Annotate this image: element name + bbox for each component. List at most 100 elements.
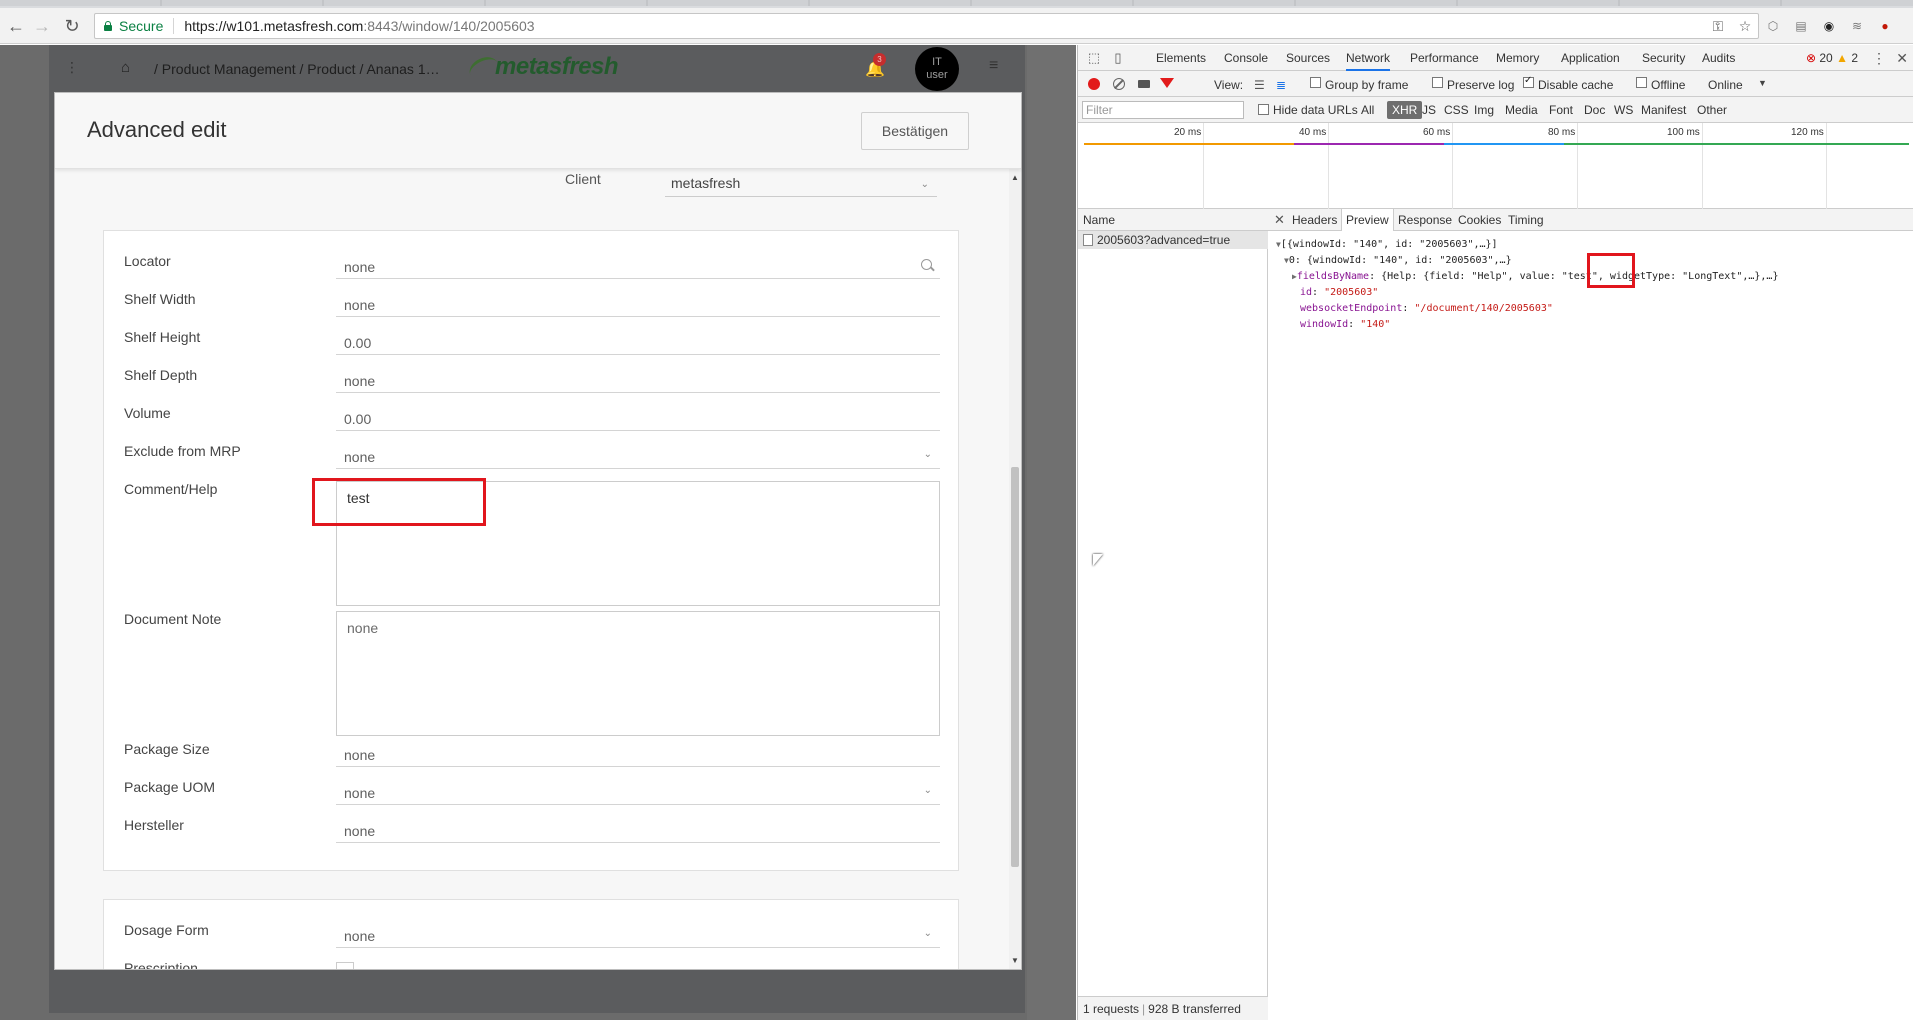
modal-body[interactable]: Client metasfresh ⌄ Locator none Shelf Wi…	[55, 169, 1021, 969]
scroll-down-icon[interactable]: ▼	[1011, 956, 1019, 965]
devtools-close-icon[interactable]: ✕	[1896, 50, 1908, 67]
extension-shield-icon[interactable]: ⬡	[1765, 18, 1781, 34]
shelf-width-field[interactable]: none	[336, 291, 940, 317]
throttle-select[interactable]: Online	[1708, 78, 1743, 92]
highlight-box-json	[1587, 253, 1635, 288]
dosage-form-select[interactable]: none ⌄	[336, 922, 940, 948]
document-note-textarea[interactable]: none	[336, 611, 940, 736]
forward-arrow-icon[interactable]: →	[30, 14, 54, 38]
filter-type-doc[interactable]: Doc	[1584, 103, 1605, 117]
preserve-log-label: Preserve log	[1447, 78, 1515, 92]
name-column-header[interactable]: Name	[1078, 209, 1268, 231]
key-icon[interactable]: ⚿	[1710, 18, 1726, 34]
avatar-line2: user	[926, 69, 948, 81]
filter-type-manifest[interactable]: Manifest	[1641, 103, 1686, 117]
prescription-label: Prescription	[124, 960, 198, 969]
tab-sources[interactable]: Sources	[1286, 51, 1330, 65]
confirm-button[interactable]: Bestätigen	[861, 112, 969, 150]
tab-performance[interactable]: Performance	[1410, 51, 1479, 65]
filter-type-img[interactable]: Img	[1474, 103, 1494, 117]
capture-screenshots-icon[interactable]	[1138, 80, 1150, 88]
record-icon[interactable]	[1088, 78, 1100, 90]
scroll-up-icon[interactable]: ▲	[1011, 173, 1019, 182]
json-line-fields[interactable]: ▶fieldsByName: {Help: {field: "Help", va…	[1276, 269, 1778, 285]
filter-icon[interactable]	[1160, 78, 1174, 88]
address-bar[interactable]: Secure https://w101.metasfresh.com:8443/…	[94, 13, 1759, 39]
tab-response[interactable]: Response	[1398, 213, 1452, 227]
menu-dots-icon[interactable]: ⋮	[65, 59, 79, 76]
browser-tabs[interactable]	[0, 0, 1913, 6]
filter-type-css[interactable]: CSS	[1444, 103, 1469, 117]
url-text[interactable]: https://w101.metasfresh.com:8443/window/…	[184, 18, 534, 34]
waterfall-icon[interactable]: ≣	[1276, 78, 1286, 92]
home-icon[interactable]: ⌂	[121, 59, 130, 76]
reload-icon[interactable]: ↻	[60, 14, 84, 38]
notification-bell-icon[interactable]: 🔔 3	[865, 53, 886, 79]
hamburger-icon[interactable]: ≡	[989, 57, 998, 75]
console-counts[interactable]: ⊗ 20 ▲ 2	[1806, 51, 1858, 65]
shelf-depth-field[interactable]: none	[336, 367, 940, 393]
extension-github-icon[interactable]: ◉	[1821, 18, 1837, 34]
filter-type-js[interactable]: JS	[1422, 103, 1436, 117]
tab-headers[interactable]: Headers	[1292, 213, 1337, 227]
hersteller-field[interactable]: none	[336, 817, 940, 843]
omnibox-icons: ⚿ ☆	[1710, 13, 1753, 39]
filter-type-xhr[interactable]: XHR	[1387, 101, 1423, 119]
breadcrumb[interactable]: / Product Management / Product / Ananas …	[154, 61, 440, 77]
tab-audits[interactable]: Audits	[1702, 51, 1735, 65]
prescription-checkbox[interactable]	[336, 962, 354, 969]
modal-scrollbar[interactable]: ▲ ▼	[1009, 169, 1021, 969]
search-icon[interactable]	[921, 259, 932, 270]
tab-console[interactable]: Console	[1224, 51, 1268, 65]
extension-wave-icon[interactable]: ≋	[1849, 18, 1865, 34]
scrollbar-thumb[interactable]	[1011, 467, 1019, 867]
filter-type-ws[interactable]: WS	[1614, 103, 1633, 117]
offline-checkbox[interactable]	[1636, 77, 1647, 88]
large-rows-icon[interactable]: ☰	[1254, 78, 1265, 92]
shelf-height-field[interactable]: 0.00	[336, 329, 940, 355]
throttle-dropdown-icon[interactable]: ▼	[1758, 78, 1767, 88]
locator-field[interactable]: none	[336, 253, 940, 279]
request-row[interactable]: 2005603?advanced=true	[1078, 231, 1268, 249]
tab-memory[interactable]: Memory	[1496, 51, 1539, 65]
device-toolbar-icon[interactable]: ▯	[1110, 50, 1126, 66]
chevron-down-icon: ⌄	[920, 179, 929, 190]
close-detail-icon[interactable]: ✕	[1274, 212, 1285, 228]
filter-type-all[interactable]: All	[1361, 103, 1374, 117]
timeline-tick-label: 80 ms	[1548, 127, 1576, 138]
document-icon	[1083, 234, 1093, 246]
filter-type-other[interactable]: Other	[1697, 103, 1727, 117]
tab-network[interactable]: Network	[1346, 51, 1391, 71]
chevron-down-icon: ⌄	[923, 928, 932, 939]
back-arrow-icon[interactable]: ←	[4, 14, 28, 38]
tab-elements[interactable]: Elements	[1156, 51, 1206, 65]
preserve-log-checkbox[interactable]	[1432, 77, 1443, 88]
network-overview-timeline[interactable]: 20 ms 40 ms 60 ms 80 ms 100 ms 120 ms	[1078, 123, 1913, 209]
avatar[interactable]: IT user	[915, 47, 959, 91]
client-select[interactable]: metasfresh ⌄	[665, 173, 937, 197]
json-line-item[interactable]: ▼0: {windowId: "140", id: "2005603",…}	[1276, 253, 1778, 269]
tab-preview[interactable]: Preview	[1341, 209, 1394, 231]
tab-security[interactable]: Security	[1642, 51, 1685, 65]
devtools-more-icon[interactable]: ⋮	[1872, 50, 1886, 67]
volume-field[interactable]: 0.00	[336, 405, 940, 431]
extension-pdf-icon[interactable]: ▤	[1793, 18, 1809, 34]
package-size-field[interactable]: none	[336, 741, 940, 767]
filter-input[interactable]: Filter	[1082, 101, 1244, 119]
filter-type-font[interactable]: Font	[1549, 103, 1573, 117]
extension-record-icon[interactable]: ●	[1877, 18, 1893, 34]
bookmark-star-icon[interactable]: ☆	[1737, 18, 1753, 34]
clear-icon[interactable]	[1113, 78, 1125, 90]
filter-type-media[interactable]: Media	[1505, 103, 1538, 117]
tab-cookies[interactable]: Cookies	[1458, 213, 1501, 227]
json-preview[interactable]: ▼[{windowId: "140", id: "2005603",…}] ▼0:…	[1276, 237, 1778, 333]
tab-timing[interactable]: Timing	[1508, 213, 1544, 227]
exclude-mrp-select[interactable]: none ⌄	[336, 443, 940, 469]
package-uom-select[interactable]: none ⌄	[336, 779, 940, 805]
tab-application[interactable]: Application	[1561, 51, 1620, 65]
group-by-frame-checkbox[interactable]	[1310, 77, 1321, 88]
hide-data-urls-checkbox[interactable]	[1258, 104, 1269, 115]
inspect-element-icon[interactable]: ⬚	[1086, 50, 1102, 66]
disable-cache-checkbox[interactable]	[1523, 75, 1534, 88]
json-line-root[interactable]: ▼[{windowId: "140", id: "2005603",…}]	[1276, 237, 1778, 253]
